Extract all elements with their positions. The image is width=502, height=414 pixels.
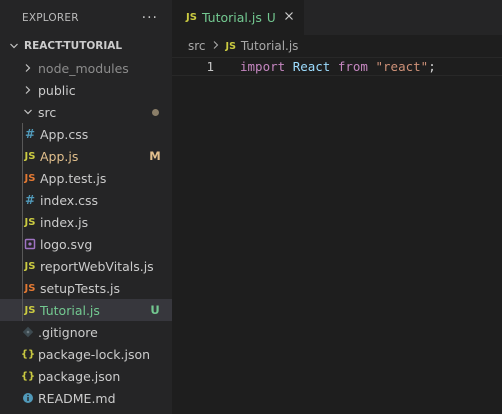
file-tree: node_modules public src # App.css JS App.js M JS… [0,57,172,409]
git-status-badge: M [149,149,161,163]
modified-dot-icon [144,105,166,119]
explorer-sidebar: EXPLORER ··· REACT-TUTORIAL node_modules… [0,0,172,414]
file-row[interactable]: JS Tutorial.js U [0,299,172,321]
item-label: index.js [40,214,89,230]
file-row[interactable]: JS App.test.js [0,167,172,189]
file-row[interactable]: JS reportWebVitals.js [0,255,172,277]
folder-row[interactable]: src [0,101,172,123]
item-label: Tutorial.js [40,302,100,318]
test-file-icon: JS [24,172,36,184]
tab-status-badge: U [266,10,276,25]
folder-row[interactable]: node_modules [0,57,172,79]
breadcrumb-file[interactable]: Tutorial.js [241,39,299,53]
project-section-header[interactable]: REACT-TUTORIAL [0,35,172,57]
json-file-icon: {} [20,348,36,360]
chevron-right-icon [212,40,220,53]
item-label: .gitignore [38,324,98,340]
code-editor[interactable]: 1 import React from "react"; [172,57,502,414]
json-file-icon: {} [20,370,36,382]
css-file-icon: # [24,193,36,207]
token-punctuation: ; [428,59,436,74]
item-label: package-lock.json [38,346,151,362]
item-label: node_modules [38,60,129,76]
indent-guide [22,123,23,321]
chevron-down-icon [20,107,36,117]
item-label: App.js [40,148,79,164]
file-row[interactable]: .gitignore [0,321,172,343]
item-label: package.json [38,368,121,384]
item-label: README.md [38,390,116,406]
file-row[interactable]: # index.css [0,189,172,211]
js-file-icon: JS [24,150,36,162]
item-label: App.test.js [40,170,107,186]
chevron-down-icon [6,41,22,51]
item-label: index.css [40,192,99,208]
chevron-right-icon [20,63,36,73]
item-label: src [38,104,57,120]
close-icon[interactable] [282,10,296,25]
project-name: REACT-TUTORIAL [24,40,123,52]
file-row[interactable]: JS App.js M [0,145,172,167]
token-keyword: from [337,59,368,74]
js-file-icon: JS [24,216,36,228]
tab-label: Tutorial.js [201,10,262,25]
breadcrumb-folder[interactable]: src [188,39,206,53]
chevron-right-icon [20,85,36,95]
item-label: App.css [40,126,89,142]
more-actions-icon[interactable]: ··· [142,11,158,25]
breadcrumb: src JS Tutorial.js [172,35,502,57]
svg-file-icon [22,238,38,250]
item-label: reportWebVitals.js [40,258,154,274]
git-file-icon [20,326,36,338]
js-file-icon: JS [225,40,236,52]
vscode-window: EXPLORER ··· REACT-TUTORIAL node_modules… [0,0,502,414]
file-row[interactable]: JS setupTests.js [0,277,172,299]
file-row[interactable]: # App.css [0,123,172,145]
tab-bar: JS Tutorial.js U [172,0,502,35]
file-row[interactable]: JS index.js [0,211,172,233]
test-file-icon: JS [24,282,36,294]
js-file-icon: JS [24,304,36,316]
css-file-icon: # [24,127,36,141]
js-file-icon: JS [24,260,36,272]
token-identifier: React [292,59,331,74]
item-label: setupTests.js [40,280,121,296]
git-status-badge: U [150,303,160,317]
tab-tutorial-js[interactable]: JS Tutorial.js U [172,0,304,35]
file-row[interactable]: {} package.json [0,365,172,387]
file-row[interactable]: {} package-lock.json [0,343,172,365]
line-code: import React from "react"; [240,59,436,74]
file-row[interactable]: logo.svg [0,233,172,255]
line-number: 1 [206,59,214,74]
token-keyword: import [240,59,286,74]
folder-row[interactable]: public [0,79,172,101]
explorer-header: EXPLORER ··· [0,0,172,35]
explorer-title: EXPLORER [22,11,79,24]
item-label: public [38,82,76,98]
info-file-icon [20,392,36,404]
editor-area: JS Tutorial.js U src JS Tutorial.js 1 im… [172,0,502,414]
token-string: "react" [375,59,429,74]
file-row[interactable]: README.md [0,387,172,409]
code-line[interactable]: 1 import React from "react"; [172,57,502,76]
js-file-icon: JS [186,12,197,23]
item-label: logo.svg [40,236,93,252]
